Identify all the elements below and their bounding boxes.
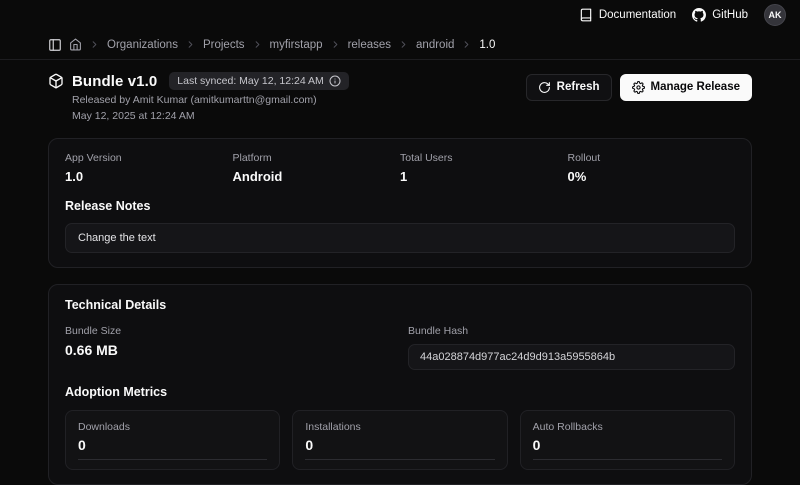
panel-left-icon [48,38,62,52]
released-date-text: May 12, 2025 at 12:24 AM [72,110,195,122]
refresh-label: Refresh [556,80,600,93]
metrics-grid: Downloads 0 Installations 0 Auto Rollbac… [65,410,735,470]
stat-label: App Version [65,152,122,164]
refresh-icon [538,81,551,94]
manage-release-button[interactable]: Manage Release [619,74,752,101]
stat-total-users: Total Users 1 [400,152,568,184]
metric-label: Downloads [78,421,130,433]
chevron-right-icon [398,39,409,50]
metric-underline [78,459,268,460]
last-synced-text: Last synced: May 12, 12:24 AM [177,75,324,87]
breadcrumb-item-projects[interactable]: Projects [203,39,245,51]
release-notes-heading: Release Notes [65,199,151,213]
manage-release-label: Manage Release [650,80,741,93]
technical-grid: Bundle Size 0.66 MB Bundle Hash 44a02887… [65,325,735,370]
github-label: GitHub [712,9,748,21]
technical-details-card: Technical Details Bundle Size 0.66 MB Bu… [48,284,752,485]
bundle-size-value: 0.66 MB [65,342,118,358]
bundle-hash-value-box: 44a028874d977ac24d9d913a5955864b [408,344,735,370]
breadcrumb-item-releases[interactable]: releases [348,39,391,51]
metric-label: Auto Rollbacks [532,421,603,433]
sidebar-toggle-button[interactable] [48,38,62,52]
stat-value: 1.0 [65,169,84,184]
metric-underline [532,459,722,460]
metric-value: 0 [305,437,314,453]
stat-value: 1 [400,169,408,184]
breadcrumb: Organizations Projects myfirstapp releas… [0,30,800,60]
gear-icon [631,81,645,94]
refresh-button[interactable]: Refresh [525,74,612,101]
technical-details-heading: Technical Details [65,298,167,312]
stat-label: Rollout [567,152,601,164]
release-header-left: Bundle v1.0 Last synced: May 12, 12:24 A… [48,72,349,122]
top-bar-nav: Documentation GitHub AK [579,4,786,26]
chevron-right-icon [461,39,472,50]
bundle-hash: Bundle Hash 44a028874d977ac24d9d913a5955… [408,325,735,370]
adoption-metrics-heading: Adoption Metrics [65,385,168,399]
breadcrumb-item-current: 1.0 [479,38,496,51]
release-title-row: Bundle v1.0 Last synced: May 12, 12:24 A… [48,72,349,90]
release-notes-text: Change the text [78,232,156,244]
bundle-hash-value: 44a028874d977ac24d9d913a5955864b [420,351,616,363]
metric-downloads: Downloads 0 [65,410,281,470]
documentation-link[interactable]: Documentation [579,8,676,22]
chevron-right-icon [252,39,263,50]
bundle-size-label: Bundle Size [65,325,122,337]
bundle-size: Bundle Size 0.66 MB [65,325,392,358]
breadcrumb-item-myfirstapp[interactable]: myfirstapp [270,39,323,51]
documentation-label: Documentation [598,9,677,21]
metric-underline [305,459,495,460]
breadcrumb-item-android[interactable]: android [416,39,454,51]
book-icon [579,8,593,22]
last-synced-badge: Last synced: May 12, 12:24 AM [169,72,349,90]
chevron-right-icon [185,39,196,50]
avatar[interactable]: AK [764,4,786,26]
home-icon[interactable] [69,38,82,51]
stat-label: Total Users [400,152,453,164]
bundle-hash-label: Bundle Hash [408,325,469,337]
release-notes-field[interactable]: Change the text [65,223,735,253]
metric-label: Installations [305,421,361,433]
metric-value: 0 [532,437,541,453]
release-actions: Refresh Manage Release [525,74,752,101]
stat-value: 0% [567,169,587,184]
app-window: Documentation GitHub AK Organizations Pr… [0,0,800,485]
metric-value: 0 [78,437,86,453]
chevron-right-icon [89,39,100,50]
stat-rollout: Rollout 0% [568,152,736,184]
metric-installations: Installations 0 [292,410,508,470]
metric-auto-rollbacks: Auto Rollbacks 0 [519,410,735,470]
released-by-text: Released by Amit Kumar (amitkumarttn@gma… [72,94,317,106]
stat-label: Platform [232,152,272,164]
top-bar: Documentation GitHub AK [0,0,800,30]
stat-app-version: App Version 1.0 [65,152,233,184]
stat-platform: Platform Android [233,152,401,184]
breadcrumb-item-organizations[interactable]: Organizations [107,39,178,51]
release-header: Bundle v1.0 Last synced: May 12, 12:24 A… [48,72,752,122]
stats-grid: App Version 1.0 Platform Android Total U… [65,152,735,184]
info-icon[interactable] [329,75,341,87]
main-content: Bundle v1.0 Last synced: May 12, 12:24 A… [0,60,800,485]
overview-card: App Version 1.0 Platform Android Total U… [48,138,752,268]
chevron-right-icon [330,39,341,50]
github-link[interactable]: GitHub [692,8,748,22]
github-icon [692,8,707,22]
stat-value: Android [232,169,283,184]
package-icon [48,73,64,89]
page-title: Bundle v1.0 [72,72,158,90]
